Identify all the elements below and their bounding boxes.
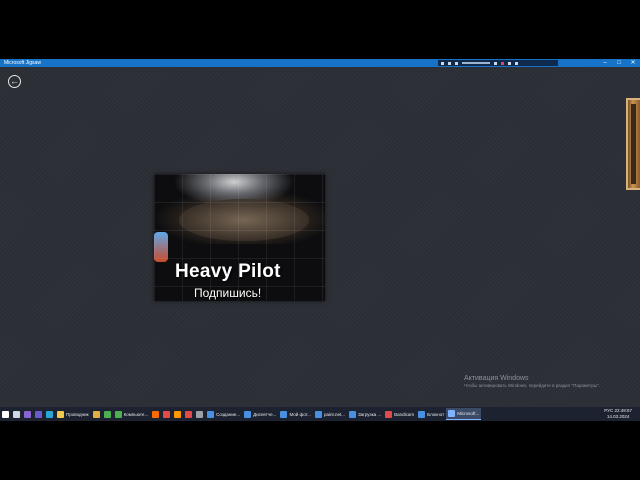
recording-toolbar — [438, 60, 558, 66]
app-icon — [280, 410, 288, 418]
app-icon — [2, 410, 9, 418]
app-icon — [244, 410, 252, 418]
app-icon — [207, 410, 215, 418]
taskbar-button[interactable] — [194, 408, 205, 420]
app-icon — [57, 410, 64, 418]
taskbar-button-label: Блокнот — [427, 411, 445, 417]
taskbar-button-label: Проводник — [66, 411, 89, 417]
clock-date: 14.03.2024 — [606, 414, 630, 419]
record-icon[interactable] — [501, 61, 504, 65]
taskbar-button[interactable] — [33, 408, 44, 420]
taskbar-button-label: Загрузка ... — [357, 411, 382, 417]
app-icon — [13, 410, 20, 418]
taskbar-button[interactable]: Загрузка ... — [347, 408, 383, 420]
puzzle-subtitle: Подпишись! — [194, 286, 262, 300]
title-bar: Microsoft Jigsaw – □ ✕ — [0, 59, 640, 67]
taskbar-button[interactable]: Создание... — [205, 408, 242, 420]
close-button[interactable]: ✕ — [626, 59, 640, 67]
toolbar-icon[interactable] — [515, 61, 518, 65]
minimize-button[interactable]: – — [598, 59, 612, 67]
taskbar-clock[interactable]: РУС 22:49:57 14.03.2024 — [604, 408, 632, 420]
taskbar-button[interactable]: Проводник — [55, 408, 91, 420]
toolbar-icon[interactable] — [441, 61, 444, 65]
windows-activation-watermark: Активация Windows Чтобы активировать Win… — [464, 375, 600, 388]
app-icon — [348, 410, 356, 418]
taskbar-button[interactable]: Диспетче... — [242, 408, 278, 420]
toolbar-icon[interactable] — [508, 61, 511, 65]
taskbar-button[interactable]: Bandicam — [383, 408, 416, 420]
taskbar-button[interactable]: Блокнот — [416, 408, 446, 420]
app-icon — [418, 410, 426, 418]
taskbar: Проводник Компьюте... Создание... Диспетче.… — [0, 407, 640, 421]
taskbar-button-label: Создание... — [216, 411, 241, 417]
taskbar-button[interactable] — [102, 408, 113, 420]
toolbar-icon[interactable] — [448, 61, 451, 65]
taskbar-button-label: Microsoft... — [457, 411, 480, 416]
activation-title: Активация Windows — [464, 375, 529, 382]
app-icon — [385, 410, 393, 418]
app-icon — [24, 410, 31, 418]
taskbar-button-label: Bandicam — [394, 411, 415, 417]
puzzle-title: Heavy Pilot — [175, 261, 281, 282]
taskbar-button[interactable] — [172, 408, 183, 420]
taskbar-button[interactable] — [161, 408, 172, 420]
app-icon — [174, 410, 182, 418]
window-title: Microsoft Jigsaw — [4, 60, 41, 66]
taskbar-button-label: Компьюте... — [123, 411, 149, 417]
app-icon — [314, 410, 322, 418]
activation-body: Чтобы активировать Windows, перейдите в … — [464, 383, 600, 388]
keyboard-language[interactable]: РУС — [604, 408, 613, 413]
toolbar-status-text — [462, 62, 490, 64]
taskbar-button[interactable]: paint.net... — [313, 408, 347, 420]
app-icon — [196, 410, 204, 418]
clock-time: 22:49:57 — [614, 408, 632, 413]
toolbar-icon[interactable] — [455, 61, 458, 65]
taskbar-button[interactable]: Microsoft... — [446, 408, 482, 420]
app-window: Microsoft Jigsaw – □ ✕ ← Heavy Pilot Под… — [0, 59, 640, 421]
taskbar-button[interactable] — [150, 408, 161, 420]
taskbar-button[interactable]: Мой фот... — [278, 408, 313, 420]
app-icon — [114, 410, 122, 418]
taskbar-button[interactable] — [91, 408, 102, 420]
puzzle-image[interactable]: Heavy Pilot Подпишись! — [154, 174, 325, 301]
taskbar-button[interactable] — [0, 408, 11, 420]
app-icon — [448, 410, 456, 417]
maximize-button[interactable]: □ — [612, 59, 626, 67]
app-icon — [46, 410, 53, 418]
app-icon — [92, 410, 100, 418]
taskbar-button-label: Диспетче... — [253, 411, 277, 417]
app-icon — [35, 410, 42, 418]
back-arrow-icon: ← — [10, 76, 19, 86]
app-icon — [185, 410, 193, 418]
taskbar-button[interactable] — [22, 408, 33, 420]
taskbar-button-label: Мой фот... — [289, 411, 311, 417]
taskbar-button[interactable] — [44, 408, 55, 420]
toolbar-icon[interactable] — [494, 61, 497, 65]
app-icon — [103, 410, 111, 418]
taskbar-button-label: paint.net... — [323, 411, 345, 417]
taskbar-button[interactable]: Компьюте... — [113, 408, 151, 420]
back-button[interactable]: ← — [8, 75, 21, 88]
side-panel-handle[interactable] — [626, 98, 640, 190]
taskbar-button[interactable] — [183, 408, 194, 420]
app-icon — [152, 410, 160, 418]
app-icon — [163, 410, 171, 418]
taskbar-button[interactable] — [11, 408, 22, 420]
